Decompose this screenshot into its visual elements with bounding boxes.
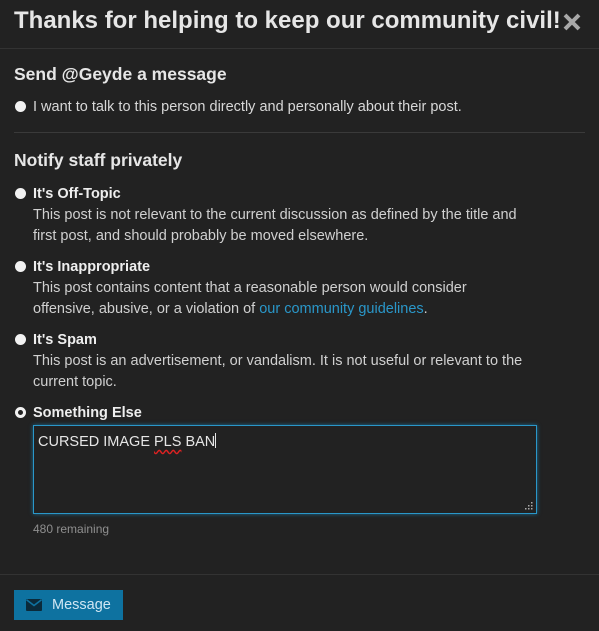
option-inappropriate[interactable]: It's Inappropriate This post contains co… [14,257,585,320]
option-off-topic-desc-line2: first post, and should probably be moved… [33,228,369,244]
section-divider [14,132,585,133]
option-spam-title: It's Spam [33,332,97,348]
radio-off-topic[interactable] [15,188,26,199]
option-inappropriate-desc-line1: This post contains content that a reason… [33,280,467,296]
text-caret [215,433,217,448]
option-spam-desc-line1: This post is an advertisement, or vandal… [33,353,523,369]
resize-grip-icon[interactable] [524,501,533,510]
option-spam[interactable]: It's Spam This post is an advertisement,… [14,330,585,393]
radio-message-user[interactable] [15,101,26,112]
send-message-heading: Send @Geyde a message [14,64,227,84]
modal-title: Thanks for helping to keep our community… [14,7,561,34]
option-something-else-title: Something Else [33,405,142,421]
notify-staff-heading: Notify staff privately [14,150,183,170]
option-inappropriate-desc-line2: offensive, abusive, or a violation of ou… [33,299,585,320]
modal-footer: Message [0,574,599,631]
modal-body: Send @Geyde a message I want to talk to … [14,64,585,540]
option-inappropriate-title: It's Inappropriate [33,259,151,275]
textarea-text-misspelled: PLS [154,434,182,450]
community-guidelines-link[interactable]: our community guidelines [259,301,423,317]
message-button-label: Message [52,597,111,613]
textarea-text-prefix: CURSED IMAGE [38,434,155,450]
close-icon[interactable] [561,8,583,34]
textarea-text-suffix: BAN [181,434,216,450]
radio-spam[interactable] [15,334,26,345]
option-spam-desc-line2: current topic. [33,374,117,390]
option-message-user[interactable]: I want to talk to this person directly a… [14,97,585,118]
option-inappropriate-desc-prefix: offensive, abusive, or a violation of [33,301,260,317]
radio-something-else[interactable] [15,407,26,418]
option-inappropriate-desc-suffix: . [423,301,428,317]
option-message-user-label: I want to talk to this person directly a… [33,99,462,115]
option-something-else[interactable]: Something Else CURSED IMAGE PLS BAN 480 … [14,403,585,540]
option-off-topic-desc-line1: This post is not relevant to the current… [33,207,517,223]
option-off-topic[interactable]: It's Off-Topic This post is not relevant… [14,184,585,247]
message-button[interactable]: Message [14,590,123,620]
envelope-icon [26,599,42,611]
something-else-textarea[interactable]: CURSED IMAGE PLS BAN [33,425,537,514]
option-off-topic-title: It's Off-Topic [33,186,121,202]
modal-header: Thanks for helping to keep our community… [0,0,599,49]
radio-inappropriate[interactable] [15,261,26,272]
characters-remaining: 480 remaining [33,522,110,536]
